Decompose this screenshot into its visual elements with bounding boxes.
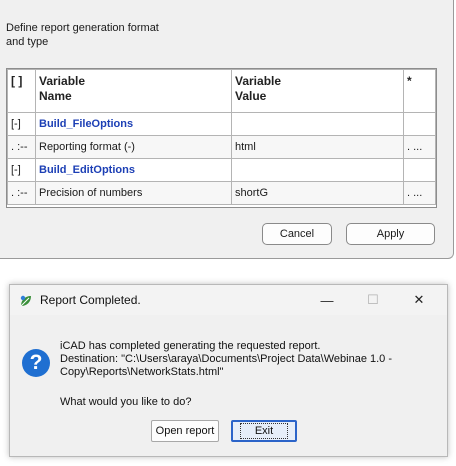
message-line-1: iCAD has completed generating the reques… bbox=[60, 340, 321, 352]
group-name-edit-options[interactable]: Build_EditOptions bbox=[35, 158, 232, 182]
exit-button[interactable]: Exit bbox=[231, 420, 297, 442]
table-row[interactable]: . :-- Reporting format (-) html . ... bbox=[7, 135, 436, 159]
dialog-titlebar[interactable]: Report Completed. — ☐ ✕ bbox=[10, 285, 447, 315]
column-header-bracket[interactable]: [ ] bbox=[7, 69, 36, 113]
table-row[interactable]: [-] Build_EditOptions bbox=[7, 158, 436, 182]
variables-grid: [ ] Variable Name Variable Value * [-] Bui… bbox=[6, 68, 437, 208]
app-leaf-icon bbox=[20, 295, 31, 307]
cancel-button[interactable]: Cancel bbox=[262, 223, 332, 245]
message-destination: Destination: "C:\Users\araya\Documents\P… bbox=[60, 353, 393, 378]
close-button[interactable]: ✕ bbox=[399, 288, 439, 312]
group-name-file-options[interactable]: Build_FileOptions bbox=[35, 112, 232, 136]
report-options-panel: Define report generation format and type… bbox=[0, 0, 454, 259]
row-bracket[interactable]: [-] bbox=[7, 158, 36, 182]
grid-header-row: [ ] Variable Name Variable Value * bbox=[7, 69, 436, 113]
row-star[interactable] bbox=[403, 158, 436, 182]
variable-value-reporting-format[interactable]: html bbox=[231, 135, 404, 159]
variable-name-precision[interactable]: Precision of numbers bbox=[35, 181, 232, 205]
table-row[interactable]: [-] Build_FileOptions bbox=[7, 112, 436, 136]
row-value[interactable] bbox=[231, 112, 404, 136]
apply-button[interactable]: Apply bbox=[346, 223, 435, 245]
row-value[interactable] bbox=[231, 158, 404, 182]
report-completed-dialog: Report Completed. — ☐ ✕ ? iCAD has compl… bbox=[9, 284, 448, 457]
row-edit-button[interactable]: . ... bbox=[403, 135, 436, 159]
dialog-title: Report Completed. bbox=[40, 293, 141, 307]
row-star[interactable] bbox=[403, 112, 436, 136]
exit-button-label: Exit bbox=[239, 423, 289, 439]
table-row[interactable]: . :-- Precision of numbers shortG . ... bbox=[7, 181, 436, 205]
variable-name-reporting-format[interactable]: Reporting format (-) bbox=[35, 135, 232, 159]
row-bracket[interactable]: [-] bbox=[7, 112, 36, 136]
panel-description: Define report generation format and type bbox=[6, 22, 159, 48]
row-bracket: . :-- bbox=[7, 181, 36, 205]
dialog-message: iCAD has completed generating the reques… bbox=[60, 340, 410, 379]
row-edit-button[interactable]: . ... bbox=[403, 181, 436, 205]
column-header-variable-value[interactable]: Variable Value bbox=[231, 69, 404, 113]
column-header-variable-name[interactable]: Variable Name bbox=[35, 69, 232, 113]
minimize-button[interactable]: — bbox=[307, 288, 347, 312]
open-report-button[interactable]: Open report bbox=[151, 420, 219, 442]
row-bracket: . :-- bbox=[7, 135, 36, 159]
maximize-button[interactable]: ☐ bbox=[353, 288, 393, 312]
column-header-star[interactable]: * bbox=[403, 69, 436, 113]
question-icon: ? bbox=[22, 349, 50, 377]
variable-value-precision[interactable]: shortG bbox=[231, 181, 404, 205]
dialog-question: What would you like to do? bbox=[60, 396, 192, 408]
